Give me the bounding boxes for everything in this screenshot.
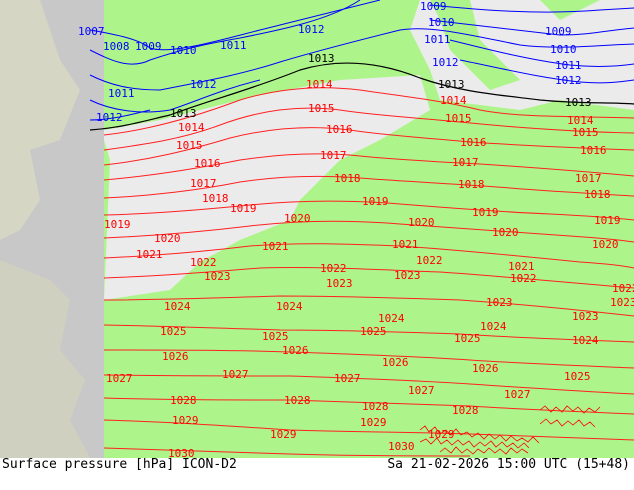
isobar-label: 1018 — [584, 188, 611, 201]
isobar-label: 1016 — [326, 123, 353, 136]
isobar-label: 1020 — [592, 238, 619, 251]
isobar-label: 1021 — [392, 238, 419, 251]
isobar-label: 1013 — [308, 52, 335, 65]
isobar-label: 1008 — [103, 40, 130, 53]
map-footer: Surface pressure [hPa] ICON-D2 Sa 21-02-… — [0, 458, 634, 490]
isobar-label: 1012 — [298, 23, 325, 36]
isobar-label: 1016 — [460, 136, 487, 149]
isobar-label: 1025 — [360, 325, 387, 338]
isobar-label: 1024 — [480, 320, 507, 333]
isobar-label: 1009 — [420, 0, 447, 13]
isobar-label: 1015 — [445, 112, 472, 125]
isobar-label: 1016 — [194, 157, 221, 170]
isobar-label: 1027 — [334, 372, 361, 385]
isobar-label: 1021 — [136, 248, 163, 261]
isobar-label: 1023 — [572, 310, 599, 323]
isobar-label: 1017 — [320, 149, 347, 162]
isobar-label: 1025 — [454, 332, 481, 345]
isobar-label: 1020 — [492, 226, 519, 239]
isobar-label: 1022 — [416, 254, 443, 267]
isobar-label: 1015 — [176, 139, 203, 152]
isobar-label: 1011 — [555, 59, 582, 72]
isobar-label: 1019 — [362, 195, 389, 208]
isobar-label: 1013 — [565, 96, 592, 109]
isobar-label: 1018 — [202, 192, 229, 205]
isobar-label: 1022 — [510, 272, 537, 285]
isobar-label: 1014 — [306, 78, 333, 91]
isobar-label: 1028 — [284, 394, 311, 407]
isobar-label: 1028 — [452, 404, 479, 417]
isobar-label: 1024 — [276, 300, 303, 313]
isobar-label: 1010 — [550, 43, 577, 56]
forecast-datetime: Sa 21-02-2026 15:00 UTC (15+48) — [387, 457, 630, 472]
isobar-label: 1011 — [220, 39, 247, 52]
isobar-label: 1027 — [408, 384, 435, 397]
isobar-label: 1020 — [154, 232, 181, 245]
isobar-label: 1021 — [262, 240, 289, 253]
isobar-label: 1020 — [284, 212, 311, 225]
isobar-label: 1010 — [170, 44, 197, 57]
isobar-label: 1020 — [408, 216, 435, 229]
isobar-label: 1022 — [612, 282, 634, 295]
isobar-label: 1027 — [222, 368, 249, 381]
isobar-label: 1007 — [78, 25, 105, 38]
isobar-label: 1024 — [572, 334, 599, 347]
isobar-label: 1023 — [394, 269, 421, 282]
isobar-label: 1022 — [320, 262, 347, 275]
isobar-label: 1024 — [378, 312, 405, 325]
isobar-label: 1019 — [594, 214, 621, 227]
isobar-label: 1015 — [308, 102, 335, 115]
pressure-map: 1007 1008 1009 1010 1011 1012 1009 1010 … — [0, 0, 634, 458]
isobar-label: 1026 — [162, 350, 189, 363]
isobar-label: 1024 — [164, 300, 191, 313]
isobar-label: 1012 — [96, 111, 123, 124]
isobar-label: 1029 — [360, 416, 387, 429]
isobar-label: 1019 — [104, 218, 131, 231]
isobar-label: 1025 — [262, 330, 289, 343]
isobar-label: 1015 — [572, 126, 599, 139]
isobar-label: 1013 — [170, 107, 197, 120]
isobar-label: 1025 — [160, 325, 187, 338]
isobar-label: 1016 — [580, 144, 607, 157]
isobar-label: 1011 — [424, 33, 451, 46]
isobar-label: 1019 — [472, 206, 499, 219]
isobar-label: 1014 — [178, 121, 205, 134]
isobar-label: 1018 — [458, 178, 485, 191]
isobar-label: 1029 — [172, 414, 199, 427]
isobar-label: 1023 — [610, 296, 634, 309]
isobar-label: 1030 — [388, 440, 415, 453]
isobar-label: 1012 — [555, 74, 582, 87]
isobar-label: 1018 — [334, 172, 361, 185]
isobar-label: 1009 — [545, 25, 572, 38]
isobar-label: 1012 — [190, 78, 217, 91]
isobar-label: 1028 — [362, 400, 389, 413]
isobar-label: 1027 — [106, 372, 133, 385]
isobar-label: 1026 — [472, 362, 499, 375]
isobar-label: 1013 — [438, 78, 465, 91]
isobar-label: 1026 — [382, 356, 409, 369]
isobar-label: 1017 — [452, 156, 479, 169]
isobar-label: 1017 — [575, 172, 602, 185]
isobar-label: 1017 — [190, 177, 217, 190]
isobar-label: 1023 — [326, 277, 353, 290]
map-canvas: 1007 1008 1009 1010 1011 1012 1009 1010 … — [0, 0, 634, 458]
isobar-label: 1014 — [440, 94, 467, 107]
isobar-label: 1027 — [504, 388, 531, 401]
isobar-label: 1009 — [135, 40, 162, 53]
map-title: Surface pressure [hPa] ICON-D2 — [2, 457, 237, 472]
isobar-label: 1029 — [270, 428, 297, 441]
isobar-label: 1023 — [486, 296, 513, 309]
isobar-label: 1028 — [170, 394, 197, 407]
isobar-label: 1025 — [564, 370, 591, 383]
isobar-label: 1022 — [190, 256, 217, 269]
isobar-label: 1010 — [428, 16, 455, 29]
isobar-label: 1012 — [432, 56, 459, 69]
isobar-label: 1011 — [108, 87, 135, 100]
isobar-label: 1026 — [282, 344, 309, 357]
isobar-label: 1023 — [204, 270, 231, 283]
isobar-label: 1019 — [230, 202, 257, 215]
